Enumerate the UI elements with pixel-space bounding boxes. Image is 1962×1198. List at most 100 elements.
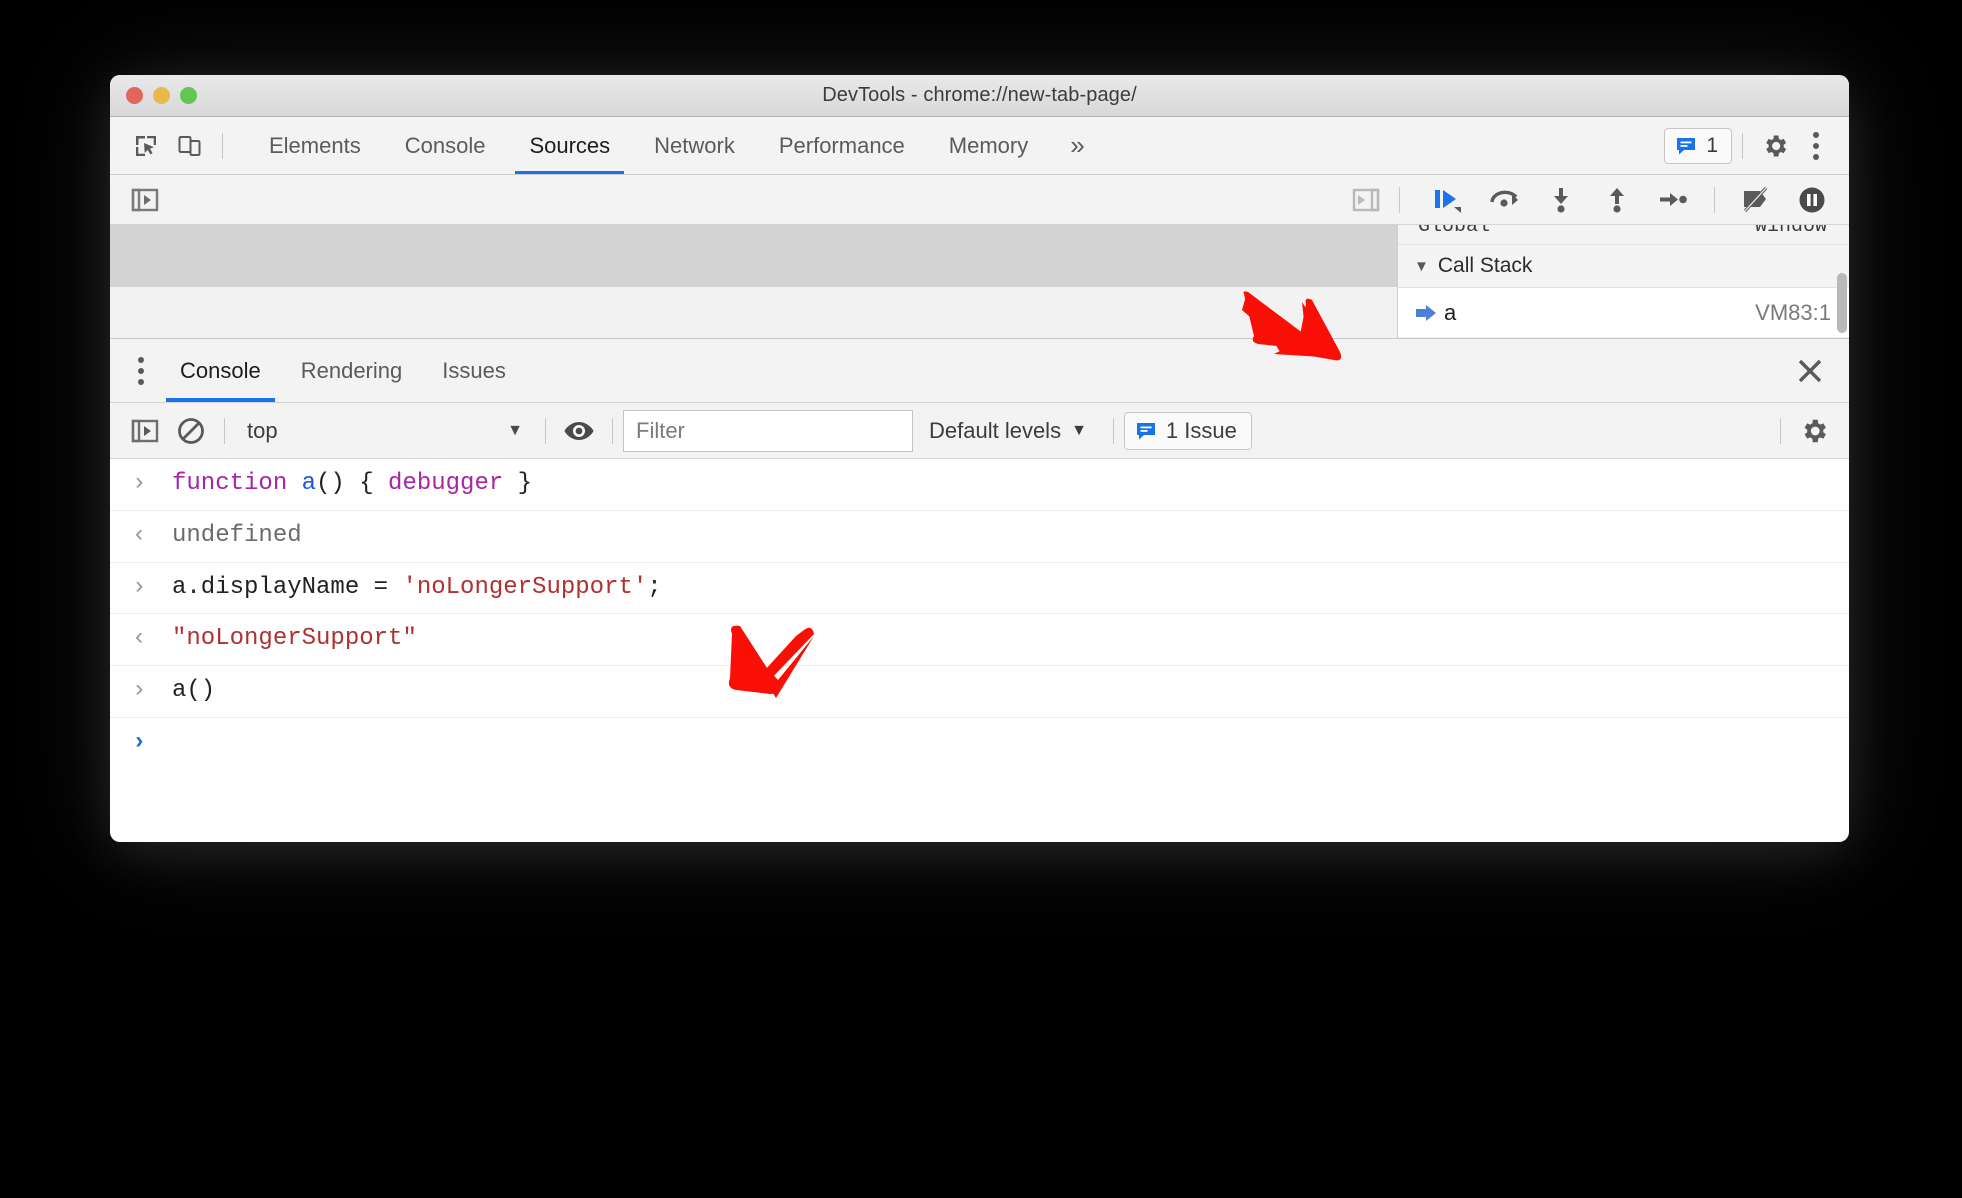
step-icon[interactable] [1648,180,1698,220]
panel-tabs: Elements Console Sources Network Perform… [247,117,1105,174]
arrow-to-call-stack [1240,288,1360,378]
sources-toolbar [110,175,1849,225]
issues-count: 1 [1706,133,1718,157]
sources-panel: Global window ▼ Call Stack a VM83:1 [110,175,1849,338]
issues-badge[interactable]: 1 [1664,127,1732,164]
drawer-tab-bar: Console Rendering Issues [110,339,1849,403]
execution-context-value: top [247,417,278,443]
active-frame-arrow-icon [1414,303,1444,323]
toolbar-divider-2 [1742,132,1743,159]
screenshot-root: DevTools - chrome://new-tab-page/ Elemen… [0,0,1962,1198]
step-over-icon[interactable] [1480,180,1530,220]
console-message-text: function a() { debugger } [172,467,532,502]
execution-context-selector[interactable]: top ▼ [235,410,535,452]
token: () { [316,470,389,497]
chevron-down-icon[interactable]: ▼ [1414,258,1429,275]
device-toolbar-icon[interactable] [168,124,212,168]
log-levels-label: Default levels [929,417,1062,443]
token: function [172,470,302,497]
scope-name: Global [1418,225,1491,238]
token: a [301,470,317,497]
token: debugger [388,470,504,497]
result-chevron-icon: ‹ [132,521,147,549]
prompt-chevron-icon: › [132,470,147,497]
inspect-element-icon[interactable] [124,124,168,168]
tab-sources[interactable]: Sources [507,117,632,174]
console-input-row[interactable]: › function a() { debugger } [110,459,1849,511]
kebab-menu-icon[interactable] [1797,131,1835,160]
resume-icon[interactable] [1424,180,1474,220]
console-toolbar-right [1770,410,1837,452]
tab-performance[interactable]: Performance [757,117,927,174]
console-issues-label: 1 Issue [1165,417,1237,443]
console-sidebar-icon[interactable] [122,410,168,452]
drawer-tab-rendering[interactable]: Rendering [281,339,423,402]
debugger-sidebar: Global window ▼ Call Stack a VM83:1 [1397,225,1849,338]
token: a.displayName = [172,573,403,601]
console-message-text: a() [172,674,215,709]
tab-memory[interactable]: Memory [927,117,1050,174]
toolbar-right-group: 1 [1664,124,1849,168]
show-debugger-sidebar-icon[interactable] [1343,179,1389,221]
live-expression-icon[interactable] [556,410,602,452]
filter-input[interactable]: Filter [623,409,913,452]
tab-console[interactable]: Console [383,117,508,174]
console-message-list[interactable]: › function a() { debugger } ‹ undefined › a.d… [110,459,1849,768]
close-icon[interactable] [1795,356,1849,386]
chevron-down-icon: ▼ [1071,421,1087,439]
console-output-row[interactable]: ‹ "noLongerSupport" [110,614,1849,667]
drawer-tab-console[interactable]: Console [160,339,281,402]
issue-message-icon [1675,135,1697,157]
clear-console-icon[interactable] [168,410,214,452]
prompt-chevron-icon: › [132,677,147,705]
console-toolbar-divider-4 [1112,417,1114,444]
title-bar: DevTools - chrome://new-tab-page/ [110,75,1849,117]
scope-row-clipped[interactable]: Global window [1398,225,1849,245]
token: 'noLongerSupport' [402,573,648,601]
deactivate-breakpoints-icon[interactable] [1731,180,1781,220]
gear-icon[interactable] [1791,410,1837,452]
console-output-row[interactable]: ‹ undefined [110,511,1849,563]
debugger-divider [1714,186,1715,213]
show-navigator-icon[interactable] [122,179,168,221]
frame-location: VM83:1 [1755,299,1831,325]
console-prompt-row[interactable]: › [110,718,1849,768]
step-out-icon[interactable] [1592,180,1642,220]
console-toolbar: top ▼ Filter Default levels ▼ 1 Issue [110,403,1849,459]
sidebar-scrollbar[interactable] [1837,273,1847,333]
console-issues-badge[interactable]: 1 Issue [1123,411,1252,450]
main-toolbar: Elements Console Sources Network Perform… [110,117,1849,175]
gear-icon[interactable] [1753,124,1797,168]
console-message-text: "noLongerSupport" [172,622,417,657]
console-toolbar-divider-2 [545,417,546,444]
console-toolbar-divider [224,417,225,444]
console-message-text: undefined [172,519,302,554]
sources-body: Global window ▼ Call Stack a VM83:1 [110,225,1849,338]
token: ; [647,573,662,601]
drawer-tab-issues[interactable]: Issues [422,339,526,402]
pause-on-exceptions-icon[interactable] [1787,180,1837,220]
drawer-kebab-menu-icon[interactable] [122,356,160,385]
tab-network[interactable]: Network [632,117,757,174]
prompt-chevron-icon: › [132,728,147,756]
call-stack-header[interactable]: ▼ Call Stack [1398,245,1849,288]
console-input-row[interactable]: › a() [110,666,1849,718]
result-chevron-icon: ‹ [132,625,147,653]
step-into-icon[interactable] [1536,180,1586,220]
issue-message-icon [1135,420,1157,442]
console-drawer: Console Rendering Issues top ▼ Filter De… [110,338,1849,768]
arrow-to-display-name [718,620,828,715]
token: "noLongerSupport" [172,625,417,653]
tab-elements[interactable]: Elements [247,117,383,174]
token: } [503,470,533,497]
token: a() [172,677,216,705]
console-input-row[interactable]: › a.displayName = 'noLongerSupport'; [110,563,1849,615]
call-stack-frame-a[interactable]: a VM83:1 [1398,288,1849,338]
debugger-controls [1410,180,1837,220]
sources-toolbar-divider [1399,186,1400,213]
more-tabs-button[interactable]: » [1050,117,1104,174]
console-toolbar-divider-5 [1780,417,1781,444]
toolbar-divider [222,132,223,159]
chevron-down-icon: ▼ [507,421,523,439]
log-levels-selector[interactable]: Default levels ▼ [913,418,1103,444]
